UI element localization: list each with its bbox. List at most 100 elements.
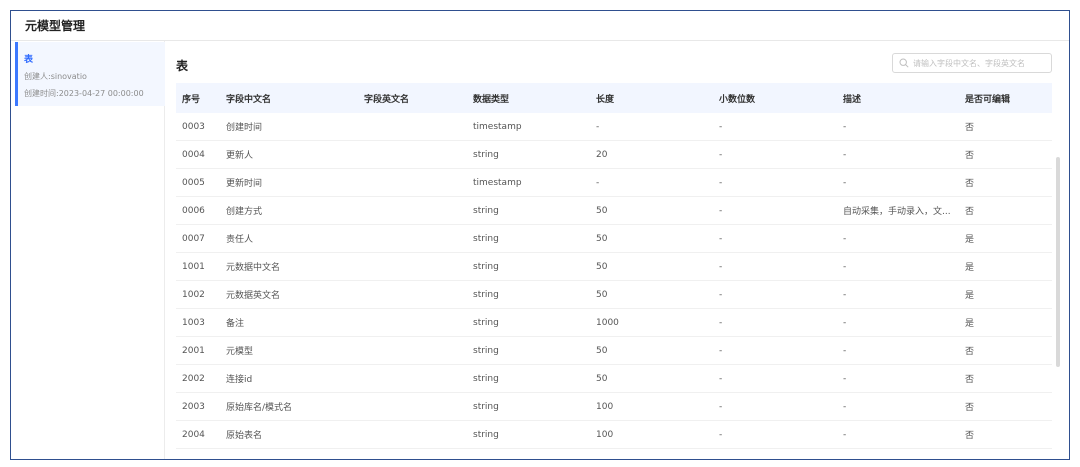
cell-col-editable: 否 (965, 403, 975, 413)
cell-col-data-type: string (473, 345, 499, 356)
cell-col-decimals: - (719, 205, 723, 216)
cell-col-length: 1000 (596, 317, 619, 328)
table-row[interactable]: 2002 连接id string 50 - - 否 (176, 365, 1052, 393)
cell-col-decimals: - (719, 177, 723, 188)
header-col-description: 描述 (843, 94, 862, 105)
cell-col-editable: 是 (965, 235, 975, 245)
header-col-decimals: 小数位数 (719, 94, 756, 105)
cell-col-description: - (843, 289, 847, 300)
cell-col-length: 50 (596, 233, 608, 244)
cell-col-editable: 否 (965, 123, 975, 133)
table-title: 表 (176, 59, 189, 73)
cell-col-seq: 1002 (182, 289, 205, 300)
cell-col-editable: 否 (965, 179, 975, 189)
cell-col-editable: 是 (965, 319, 975, 329)
cell-col-length: - (596, 121, 600, 132)
page-title: 元模型管理 (25, 19, 86, 33)
table-row[interactable]: 2003 原始库名/模式名 string 100 - - 否 (176, 393, 1052, 421)
table-row[interactable]: 0006 创建方式 string 50 - 自动采集，手动录入，文... 否 (176, 197, 1052, 225)
search-input[interactable] (913, 58, 1051, 68)
cell-col-length: 100 (596, 401, 614, 412)
cell-col-editable: 否 (965, 375, 975, 385)
cell-col-editable: 否 (965, 151, 975, 161)
vertical-scrollbar[interactable] (1056, 157, 1060, 367)
main-panel: 表 序号 字段中文名 字段英文名 数据类型 长度 小数位数 描述 是否可编辑 0003 创建时间… (166, 41, 1069, 459)
cell-col-editable: 否 (965, 347, 975, 357)
cell-col-cn-name: 元模型 (226, 347, 254, 357)
cell-col-seq: 2002 (182, 373, 205, 384)
page-header: 元模型管理 (11, 11, 1069, 41)
sidebar-item-table[interactable]: 表 创建人:sinovatio 创建时间:2023-04-27 00:00:00 (15, 42, 165, 106)
cell-col-description: - (843, 401, 847, 412)
table-row[interactable]: 0004 更新人 string 20 - - 否 (176, 141, 1052, 169)
cell-col-length: - (596, 177, 600, 188)
cell-col-description: - (843, 149, 847, 160)
cell-col-cn-name: 创建方式 (226, 207, 263, 217)
cell-col-decimals: - (719, 289, 723, 300)
table-header-row: 序号 字段中文名 字段英文名 数据类型 长度 小数位数 描述 是否可编辑 (176, 83, 1052, 113)
cell-col-length: 50 (596, 205, 608, 216)
table-row[interactable]: 0005 更新时间 timestamp - - - 否 (176, 169, 1052, 197)
cell-col-cn-name: 更新时间 (226, 179, 263, 189)
cell-col-data-type: string (473, 205, 499, 216)
cell-col-data-type: string (473, 429, 499, 440)
cell-col-decimals: - (719, 401, 723, 412)
table-row[interactable]: 1002 元数据英文名 string 50 - - 是 (176, 281, 1052, 309)
cell-col-editable: 否 (965, 431, 975, 441)
cell-col-cn-name: 创建时间 (226, 123, 263, 133)
cell-col-length: 50 (596, 289, 608, 300)
cell-col-seq: 0003 (182, 121, 205, 132)
header-col-editable: 是否可编辑 (965, 94, 1011, 105)
cell-col-cn-name: 原始表名 (226, 431, 263, 441)
header-col-en-name: 字段英文名 (364, 94, 410, 105)
cell-col-description: - (843, 345, 847, 356)
cell-col-editable: 是 (965, 263, 975, 273)
cell-col-data-type: string (473, 149, 499, 160)
table-row[interactable]: 2004 原始表名 string 100 - - 否 (176, 421, 1052, 449)
fields-table: 序号 字段中文名 字段英文名 数据类型 长度 小数位数 描述 是否可编辑 0003 创建时间 ti… (176, 83, 1052, 449)
sidebar: 表 创建人:sinovatio 创建时间:2023-04-27 00:00:00 (11, 41, 165, 459)
cell-col-decimals: - (719, 429, 723, 440)
cell-col-length: 50 (596, 373, 608, 384)
sidebar-item-created-time: 创建时间:2023-04-27 00:00:00 (24, 89, 144, 98)
header-col-seq: 序号 (182, 94, 201, 105)
cell-col-seq: 2004 (182, 429, 205, 440)
cell-col-description: - (843, 261, 847, 272)
cell-col-cn-name: 更新人 (226, 151, 254, 161)
cell-col-editable: 否 (965, 207, 975, 217)
cell-col-seq: 1003 (182, 317, 205, 328)
cell-col-length: 50 (596, 345, 608, 356)
table-row[interactable]: 2001 元模型 string 50 - - 否 (176, 337, 1052, 365)
cell-col-description: - (843, 121, 847, 132)
cell-col-description: - (843, 177, 847, 188)
sidebar-item-creator: 创建人:sinovatio (24, 72, 87, 81)
cell-col-description: - (843, 429, 847, 440)
cell-col-data-type: timestamp (473, 121, 522, 132)
header-col-length: 长度 (596, 94, 615, 105)
cell-col-decimals: - (719, 261, 723, 272)
cell-col-length: 50 (596, 261, 608, 272)
cell-col-seq: 1001 (182, 261, 205, 272)
cell-col-cn-name: 元数据英文名 (226, 291, 281, 301)
cell-col-data-type: string (473, 401, 499, 412)
table-row[interactable]: 1003 备注 string 1000 - - 是 (176, 309, 1052, 337)
cell-col-description: 自动采集，手动录入，文... (843, 207, 951, 217)
cell-col-length: 100 (596, 429, 614, 440)
table-body: 0003 创建时间 timestamp - - - 否 0004 更新人 string 20- - 否 0… (176, 113, 1052, 449)
table-row[interactable]: 0007 责任人 string 50 - - 是 (176, 225, 1052, 253)
search-box[interactable] (892, 53, 1052, 73)
cell-col-decimals: - (719, 149, 723, 160)
cell-col-data-type: string (473, 261, 499, 272)
table-row[interactable]: 1001 元数据中文名 string 50 - - 是 (176, 253, 1052, 281)
cell-col-description: - (843, 373, 847, 384)
cell-col-cn-name: 元数据中文名 (226, 263, 281, 273)
cell-col-data-type: timestamp (473, 177, 522, 188)
cell-col-decimals: - (719, 317, 723, 328)
cell-col-data-type: string (473, 233, 499, 244)
app-frame: 元模型管理 表 创建人:sinovatio 创建时间:2023-04-27 00… (10, 10, 1070, 460)
cell-col-seq: 0006 (182, 205, 205, 216)
cell-col-cn-name: 责任人 (226, 235, 254, 245)
table-row[interactable]: 0003 创建时间 timestamp - - - 否 (176, 113, 1052, 141)
cell-col-decimals: - (719, 233, 723, 244)
cell-col-seq: 2003 (182, 401, 205, 412)
